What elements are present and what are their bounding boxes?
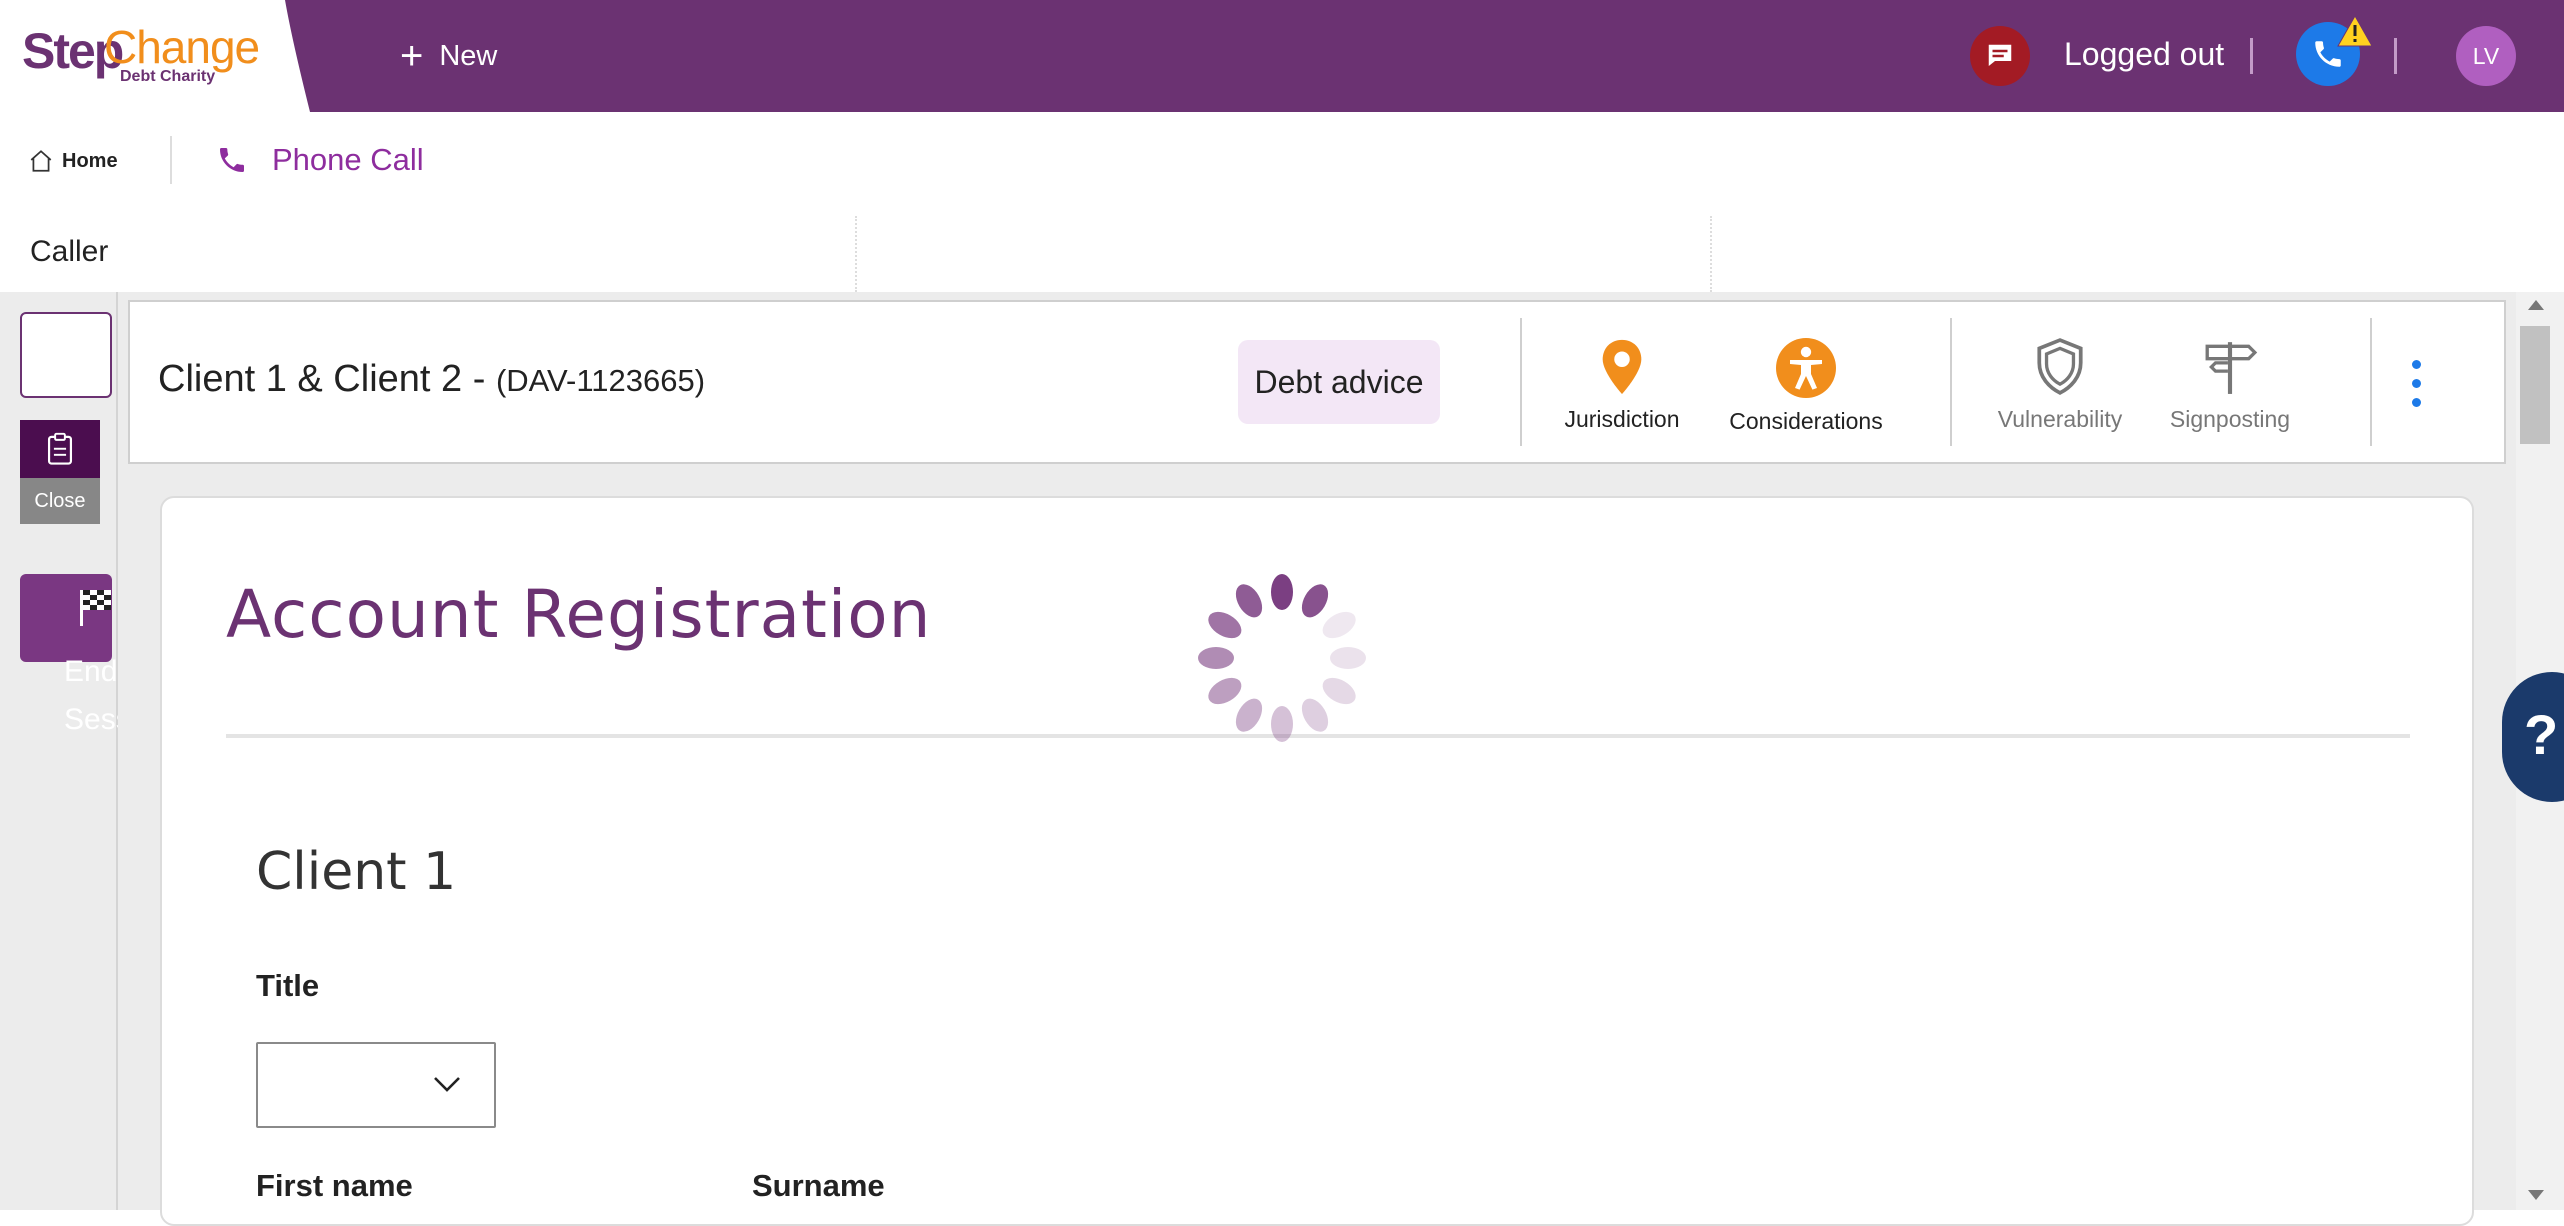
title-label: Title: [256, 968, 320, 1003]
help-icon: ?: [2524, 703, 2559, 766]
chequered-flag-icon: [80, 590, 111, 626]
divider: [2370, 318, 2372, 446]
vulnerability-label: Vulnerability: [1997, 406, 2123, 432]
clipboard-button[interactable]: [20, 420, 100, 478]
scrollbar-thumb[interactable]: [2520, 326, 2550, 444]
chat-button[interactable]: [1970, 26, 2030, 86]
case-reference: (DAV-1123665): [495, 363, 706, 398]
logo-change-text: Change: [104, 21, 260, 73]
vulnerability-button[interactable]: Vulnerability: [1990, 338, 2130, 433]
divider: [855, 216, 857, 292]
case-clients: Client 1 & Client 2 -: [158, 358, 486, 400]
logo[interactable]: Step Change Debt Charity: [0, 0, 310, 112]
jurisdiction-button[interactable]: Jurisdiction: [1560, 338, 1684, 433]
page-title: Account Registration: [226, 576, 932, 653]
surname-label: Surname: [752, 1168, 885, 1203]
home-icon: [30, 150, 52, 172]
logo-sub-text: Debt Charity: [120, 68, 216, 85]
warning-icon: [2337, 14, 2373, 47]
clipboard-icon: [47, 432, 73, 465]
new-button-label: New: [439, 39, 498, 72]
considerations-label: Considerations: [1729, 408, 1883, 434]
tab-home[interactable]: Home: [28, 148, 118, 174]
new-button[interactable]: + New: [400, 30, 497, 82]
case-title: Client 1 & Client 2 - (DAV-1123665): [158, 358, 705, 401]
shield-icon: [2037, 338, 2083, 395]
caller-row: Caller: [0, 216, 2564, 292]
divider: [1520, 318, 1522, 446]
scroll-down-arrow-icon[interactable]: [2528, 1190, 2544, 1200]
end-session-label: End Session: [64, 655, 118, 736]
divider: [1950, 318, 1952, 446]
scroll-up-arrow-icon[interactable]: [2528, 300, 2544, 310]
caller-label: Caller: [30, 235, 109, 268]
first-name-label: First name: [256, 1168, 413, 1203]
tab-phone-call[interactable]: Phone Call: [216, 142, 424, 178]
client-heading: Client 1: [256, 842, 457, 902]
close-button[interactable]: Close: [20, 478, 100, 524]
session-thumbnail[interactable]: [20, 312, 112, 398]
considerations-button[interactable]: Considerations: [1722, 338, 1890, 435]
divider: [2250, 38, 2253, 74]
category-chip[interactable]: Debt advice: [1238, 340, 1440, 424]
divider: [1710, 216, 1712, 292]
loading-spinner-icon: [1198, 574, 1366, 742]
phone-icon: [220, 148, 244, 172]
chat-icon: [1988, 44, 2012, 66]
plus-icon: +: [400, 34, 424, 78]
chevron-down-icon: [434, 1077, 460, 1092]
tab-home-label: Home: [62, 149, 118, 172]
title-select[interactable]: [256, 1042, 496, 1128]
divider: [2394, 38, 2397, 74]
accessibility-icon: [1776, 338, 1836, 398]
jurisdiction-label: Jurisdiction: [1564, 406, 1680, 432]
map-pin-icon: [1602, 339, 1642, 395]
signpost-icon: [2205, 342, 2258, 394]
top-bar: Step Change Debt Charity + New Logged ou…: [0, 0, 2564, 112]
more-options-icon[interactable]: [2412, 360, 2421, 407]
tab-phone-call-label: Phone Call: [272, 142, 424, 177]
signposting-button[interactable]: Signposting: [2160, 338, 2300, 433]
avatar[interactable]: LV: [2456, 26, 2516, 86]
status-text: Logged out: [2064, 36, 2225, 72]
divider: [170, 136, 172, 184]
signposting-label: Signposting: [2169, 406, 2291, 432]
session-tabs: Home Phone Call: [0, 112, 2564, 216]
